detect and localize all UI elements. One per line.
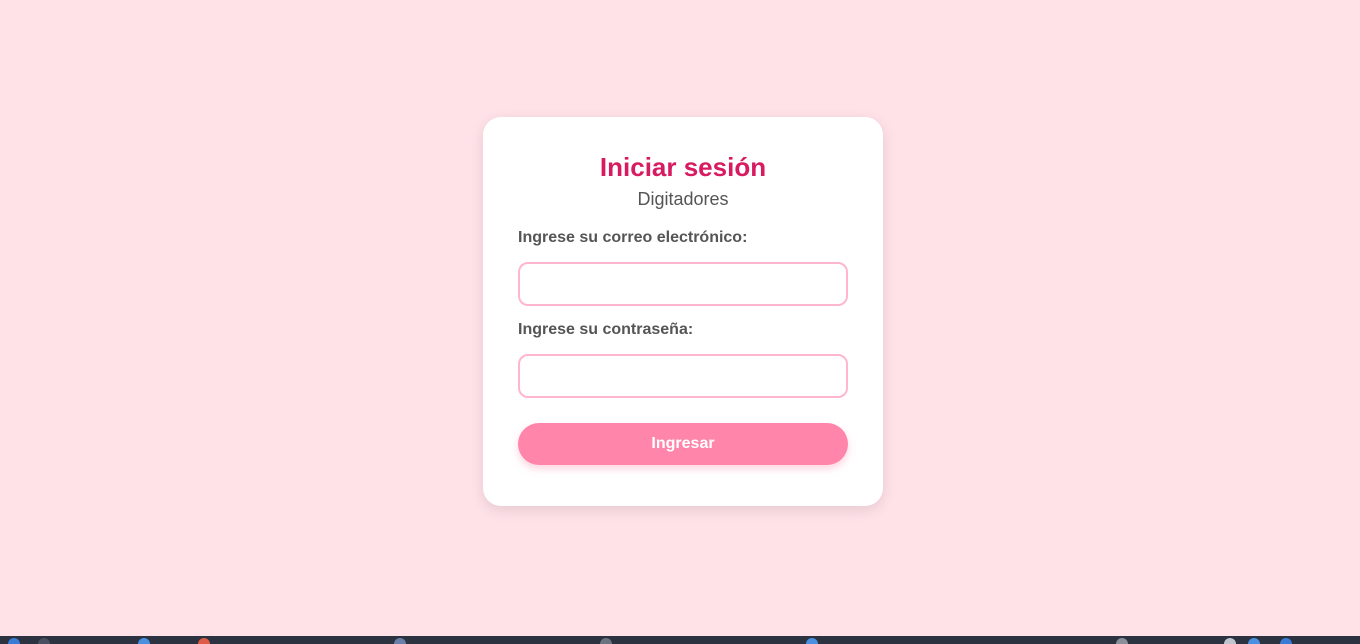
password-label: Ingrese su contraseña: [518,321,694,338]
tray-icon[interactable] [1248,638,1260,644]
os-taskbar [0,636,1360,644]
password-field[interactable] [518,354,848,398]
taskbar-app-icon[interactable] [806,638,818,644]
taskbar-app-icon[interactable] [394,638,406,644]
taskbar-app-icon[interactable] [38,638,50,644]
email-field[interactable] [518,262,848,306]
tray-icon[interactable] [1116,638,1128,644]
taskbar-app-icon[interactable] [138,638,150,644]
login-card: Iniciar sesión Digitadores Ingrese su co… [483,117,883,506]
start-icon[interactable] [8,638,20,644]
tray-icon[interactable] [1280,638,1292,644]
tray-icon[interactable] [1224,638,1236,644]
taskbar-app-icon[interactable] [600,638,612,644]
email-label: Ingrese su correo electrónico: [518,229,748,246]
login-title: Iniciar sesión [599,152,767,182]
browser-icon[interactable] [198,638,210,644]
login-button[interactable]: Ingresar [518,423,848,465]
login-subtitle: Digitadores [637,189,729,209]
